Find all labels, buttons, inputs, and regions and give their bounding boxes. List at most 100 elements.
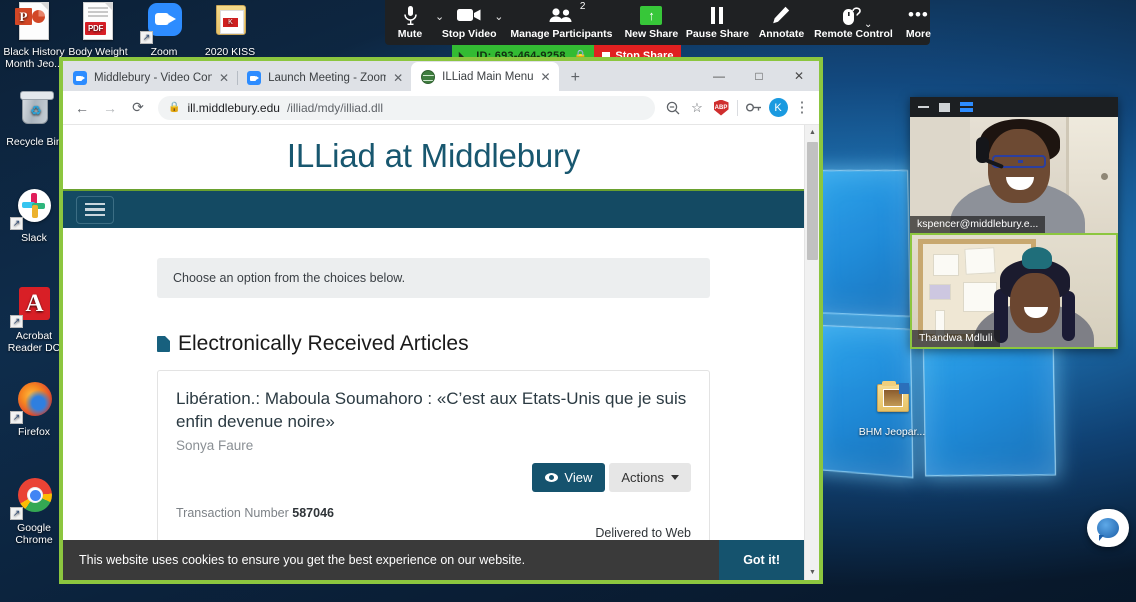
view-button[interactable]: View [532, 462, 606, 492]
tab-close-icon[interactable]: ✕ [393, 72, 403, 84]
scroll-down-arrow-icon[interactable]: ▼ [805, 565, 819, 580]
participant-name: kspencer@middlebury.e... [910, 216, 1046, 233]
view-button-label: View [564, 469, 593, 485]
pdf-file-icon: PDF [76, 2, 120, 44]
folder-icon: K [208, 2, 252, 44]
folder-image-icon [870, 381, 914, 424]
page-viewport: ILLiad at Middlebury Choose an option fr… [63, 125, 819, 580]
more-dots-icon: ••• [908, 5, 929, 24]
browser-tab-middlebury-video-conference[interactable]: Middlebury - Video Confer ✕ [63, 64, 237, 91]
tab-close-icon[interactable]: ✕ [541, 71, 551, 83]
shortcut-arrow-icon: ↗ [10, 315, 23, 328]
chat-bubble-widget[interactable] [1087, 509, 1129, 547]
site-header: ILLiad at Middlebury [63, 125, 804, 189]
delivery-status: Delivered to Web [595, 525, 691, 540]
site-lock-icon: 🔒 [168, 102, 181, 113]
zoom-favicon-icon [247, 70, 262, 85]
firefox-icon: ↗ [10, 382, 56, 424]
video-camera-icon [457, 4, 481, 26]
avatar-initial: K [768, 98, 788, 117]
scroll-up-arrow-icon[interactable]: ▲ [805, 125, 819, 140]
manage-participants-button[interactable]: 2 Manage Participants [503, 0, 619, 45]
minimize-button[interactable]: — [699, 61, 739, 91]
minimize-icon[interactable] [918, 106, 929, 108]
shortcut-arrow-icon: ↗ [10, 507, 23, 520]
scrollbar-thumb[interactable] [807, 142, 818, 260]
stop-video-button[interactable]: Stop Video [441, 0, 497, 45]
tab-close-icon[interactable]: ✕ [219, 72, 229, 84]
desktop-icon-body-weight[interactable]: PDF Body Weight [64, 2, 132, 59]
chrome-menu-icon[interactable]: ⋮ [791, 96, 813, 120]
microphone-icon [403, 4, 417, 26]
tab-title: Launch Meeting - Zoom [268, 71, 387, 84]
shortcut-arrow-icon: ↗ [140, 31, 153, 44]
gallery-view-icon[interactable] [960, 102, 973, 112]
participants-icon: 2 [548, 1, 585, 26]
desktop-icon-label: BHM Jeopar... [858, 426, 926, 438]
pencil-icon [772, 4, 790, 26]
maximize-icon[interactable] [939, 102, 950, 112]
video-tile-kspencer[interactable]: kspencer@middlebury.e... [910, 117, 1118, 233]
stop-video-label: Stop Video [441, 28, 497, 40]
remote-control-label: Remote Control [814, 28, 893, 40]
back-button[interactable]: ← [69, 95, 95, 121]
zoom-level-icon[interactable] [662, 96, 684, 120]
more-label: More [905, 28, 931, 40]
desktop-icon-2020-kiss[interactable]: K 2020 KISS [196, 2, 264, 59]
recycle-bin-icon: ♻ [12, 91, 56, 134]
password-key-icon[interactable] [743, 96, 765, 120]
cookie-consent-banner: This website uses cookies to ensure you … [63, 540, 804, 580]
pause-share-label: Pause Share [685, 28, 749, 40]
zoom-app-icon: ↗ [140, 2, 186, 44]
desktop-icon-label: Acrobat Reader DC [7, 330, 61, 354]
adblock-extension-icon[interactable]: ABP [710, 96, 732, 120]
desktop-icon-slack[interactable]: ↗ Slack [0, 188, 68, 245]
chevron-down-icon [671, 474, 679, 480]
desktop-icon-bhm-jeopardy[interactable]: BHM Jeopar... [858, 381, 926, 439]
annotate-button[interactable]: Annotate [751, 0, 811, 45]
forward-button[interactable]: → [97, 95, 123, 121]
maximize-button[interactable]: □ [739, 61, 779, 91]
tab-title: ILLiad Main Menu [442, 70, 534, 83]
reload-button[interactable]: ⟳ [125, 95, 151, 121]
remote-control-button[interactable]: ⌄ Remote Control [811, 0, 895, 45]
video-panel-controls [910, 97, 1118, 117]
zoom-favicon-icon [73, 70, 87, 85]
article-title: Libération.: Maboula Soumahoro : «C’est … [176, 389, 687, 432]
address-bar[interactable]: 🔒 ill.middlebury.edu/illiad/mdy/illiad.d… [158, 95, 655, 120]
chrome-icon: ↗ [10, 478, 56, 520]
audio-options-chevron-down-icon[interactable]: ⌄ [435, 10, 444, 23]
chrome-browser-window: Middlebury - Video Confer ✕ Launch Meeti… [63, 61, 819, 580]
page-content: ILLiad at Middlebury Choose an option fr… [63, 125, 804, 580]
cookie-accept-button[interactable]: Got it! [719, 540, 804, 580]
browser-tab-illiad-main-menu[interactable]: ILLiad Main Menu ✕ [411, 62, 559, 91]
page-scrollbar[interactable]: ▲ ▼ [804, 125, 819, 580]
desktop-icon-black-history-month-jeopardy[interactable]: P Black History Month Jeo... [0, 2, 68, 70]
profile-avatar[interactable]: K [767, 96, 789, 120]
mute-button[interactable]: Mute [385, 0, 435, 45]
desktop-icon-google-chrome[interactable]: ↗ Google Chrome [0, 478, 68, 546]
browser-tab-strip: Middlebury - Video Confer ✕ Launch Meeti… [63, 61, 819, 91]
desktop-icon-label: Recycle Bin [6, 136, 62, 148]
globe-favicon-icon [421, 69, 436, 84]
video-options-chevron-down-icon[interactable]: ⌄ [494, 10, 503, 23]
site-navbar [63, 189, 804, 228]
bookmark-star-icon[interactable]: ☆ [686, 96, 708, 120]
desktop-icon-label: Slack [21, 232, 47, 244]
desktop-icon-acrobat-reader-dc[interactable]: A ↗ Acrobat Reader DC [0, 286, 68, 354]
url-path: /illiad/mdy/illiad.dll [286, 100, 383, 115]
actions-dropdown-button[interactable]: Actions [609, 462, 691, 492]
close-button[interactable]: ✕ [779, 61, 819, 91]
video-tile-thandwa-mdluli[interactable]: Thandwa Mdluli [910, 233, 1118, 349]
desktop-icon-firefox[interactable]: ↗ Firefox [0, 382, 68, 439]
desktop-icon-recycle-bin[interactable]: ♻ Recycle Bin [0, 91, 68, 149]
section-heading: Electronically Received Articles [157, 332, 776, 356]
new-share-button[interactable]: ↑ New Share [619, 0, 683, 45]
browser-tab-launch-meeting-zoom[interactable]: Launch Meeting - Zoom ✕ [237, 64, 411, 91]
transaction-label: Transaction Number [176, 505, 289, 520]
new-tab-button[interactable]: + [565, 70, 586, 86]
hamburger-menu-icon[interactable] [76, 195, 114, 224]
desktop-icon-zoom[interactable]: ↗ Zoom [130, 2, 198, 59]
pause-share-button[interactable]: Pause Share [683, 0, 751, 45]
more-button[interactable]: ••• More [895, 0, 941, 45]
